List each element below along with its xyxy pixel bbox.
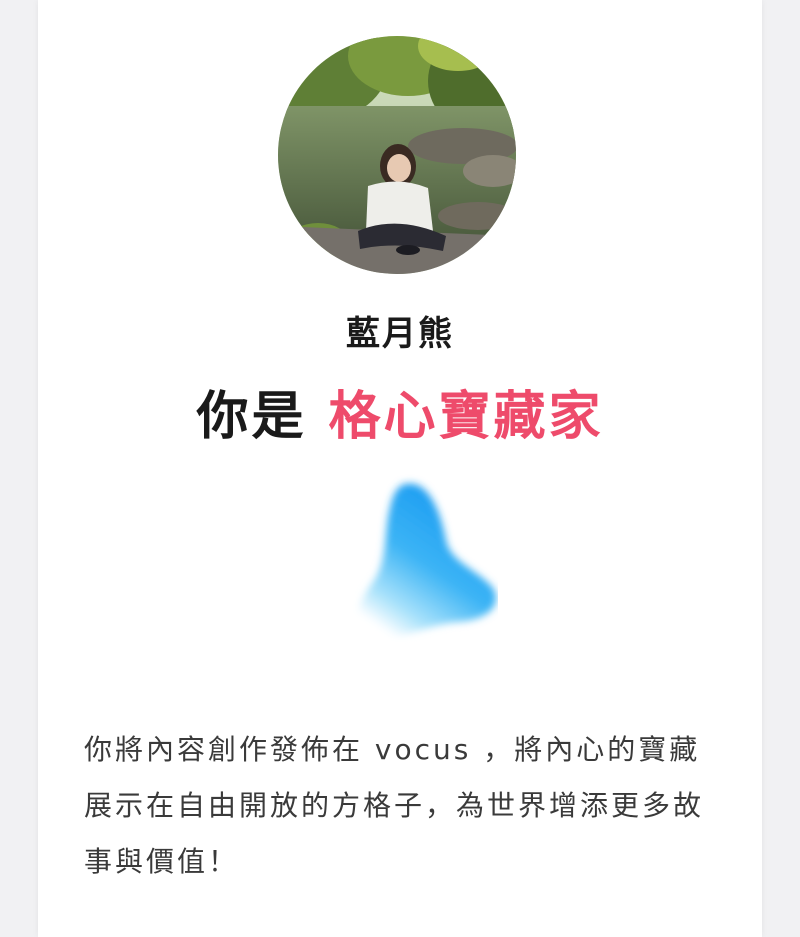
user-name: 藍月熊 (346, 314, 454, 354)
headline-prefix: 你是 (196, 387, 307, 447)
personality-type: 格心寶藏家 (328, 387, 604, 447)
avatar-photo (278, 36, 516, 274)
blob-illustration (308, 470, 498, 660)
result-card: 藍月熊 你是 格心寶藏家 你將內容創作發佈在 vocus ，將內心的寶藏展示在自由… (38, 0, 762, 937)
avatar (278, 36, 516, 274)
result-headline: 你是 格心寶藏家 (38, 384, 762, 450)
result-description: 你將內容創作發佈在 vocus ，將內心的寶藏展示在自由開放的方格子，為世界增添… (84, 733, 705, 878)
